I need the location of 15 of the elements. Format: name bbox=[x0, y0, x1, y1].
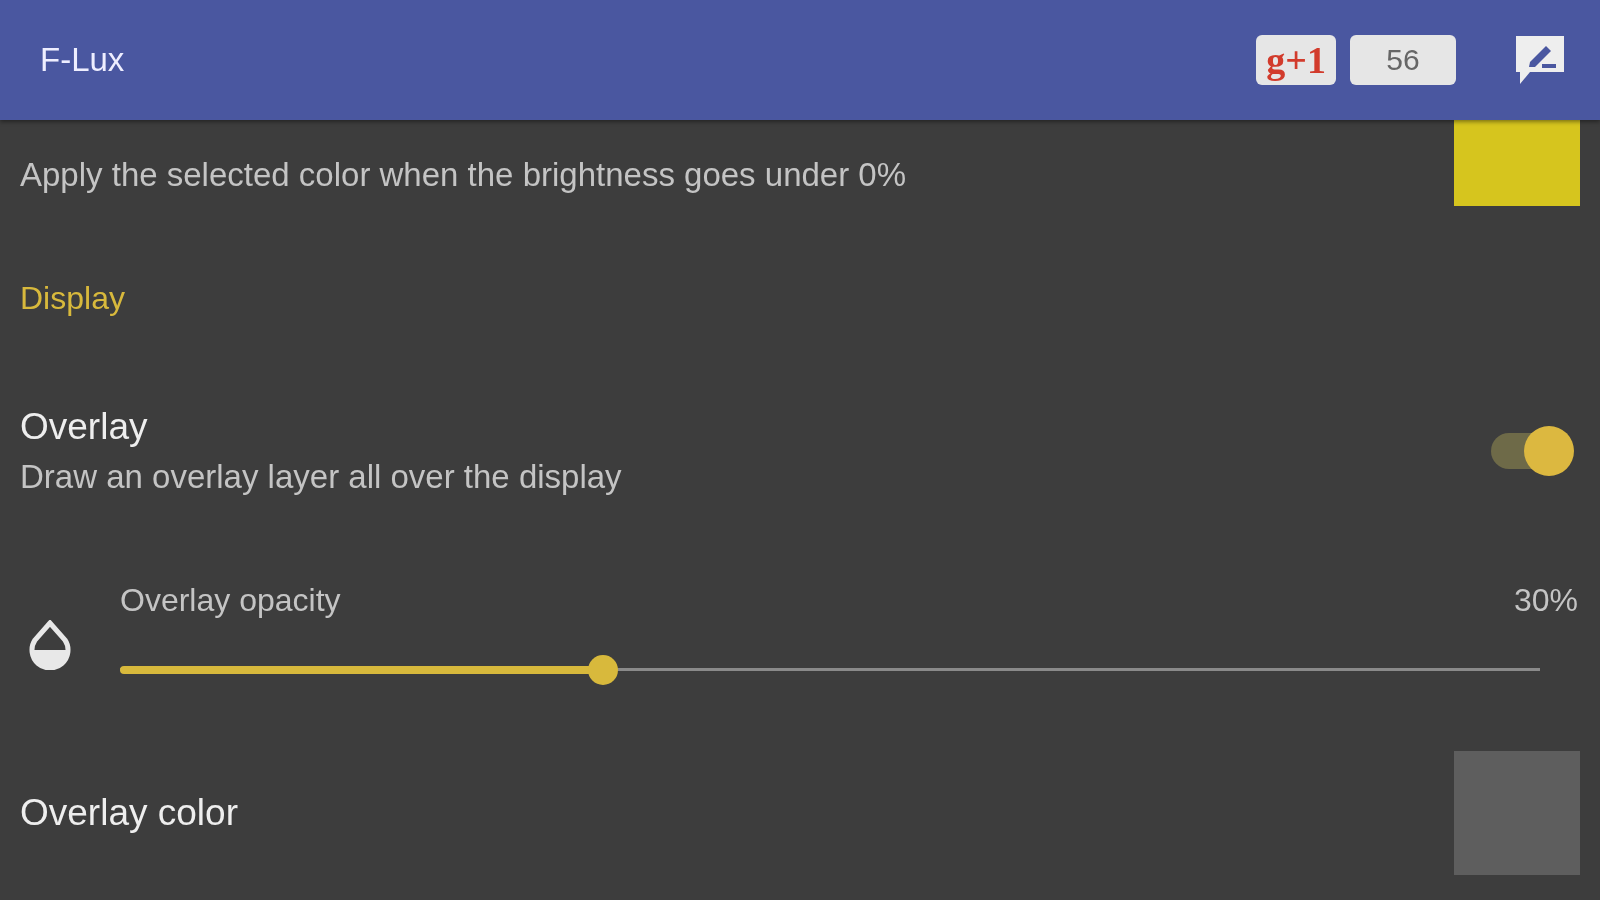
slider-value: 30% bbox=[1513, 581, 1578, 619]
setting-summary: Apply the selected color when the brightness goes under 0% bbox=[20, 156, 908, 194]
setting-title[interactable]: Overlay color bbox=[20, 792, 1454, 834]
app-title: F-Lux bbox=[40, 41, 126, 79]
setting-title: Overlay opacity bbox=[120, 581, 341, 619]
setting-title[interactable]: Overlay bbox=[20, 405, 1488, 448]
section-header: Display bbox=[20, 279, 125, 317]
color-swatch[interactable] bbox=[1454, 751, 1580, 875]
color-swatch[interactable] bbox=[1454, 120, 1580, 206]
plus-one-count: 56 bbox=[1350, 35, 1456, 85]
slider-track[interactable] bbox=[120, 665, 1540, 674]
setting-summary: Draw an overlay layer all over the display bbox=[20, 457, 623, 496]
slider-thumb[interactable] bbox=[587, 654, 618, 685]
plus-one-button[interactable]: g+1 bbox=[1256, 35, 1336, 85]
opacity-icon bbox=[28, 620, 72, 670]
